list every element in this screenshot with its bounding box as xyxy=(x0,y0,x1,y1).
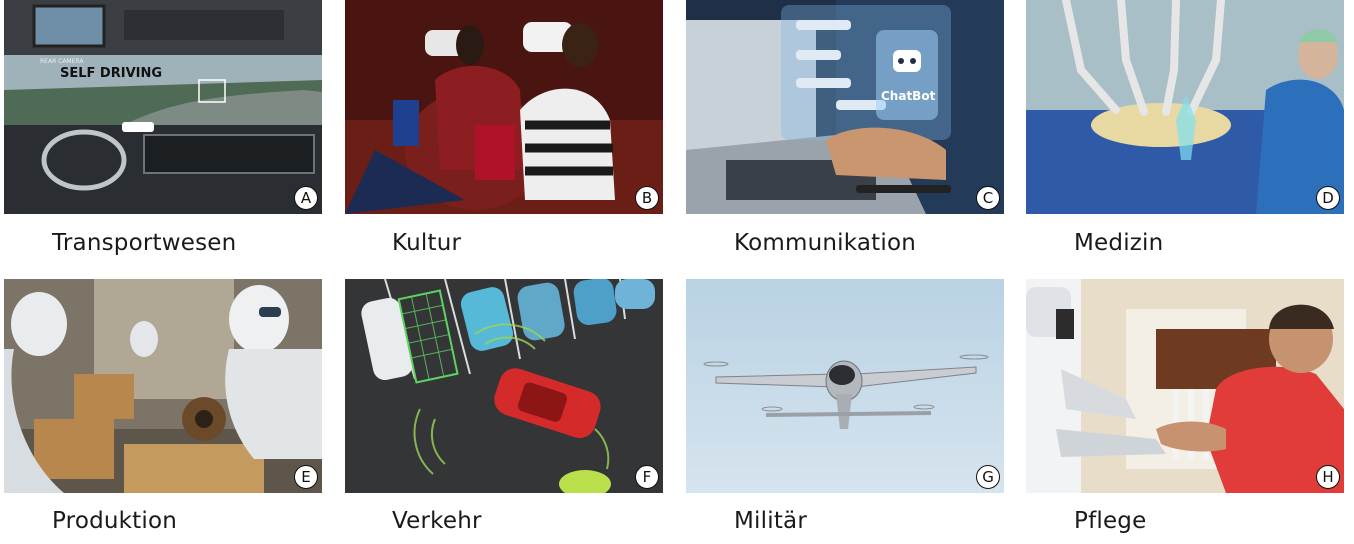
image-kultur: B xyxy=(345,0,663,214)
image-kommunikation: ChatBot C xyxy=(686,0,1004,214)
tile-letter-badge: A xyxy=(294,186,318,210)
drone-illustration xyxy=(686,279,1004,493)
tile-letter-badge: F xyxy=(635,465,659,489)
caption-produktion: Produktion xyxy=(52,508,178,534)
robotic-surgery-illustration xyxy=(1026,0,1344,214)
robot-factory-illustration xyxy=(4,279,322,493)
truck-cab-illustration: SELF DRIVING REAR CAMERA xyxy=(4,0,322,214)
caption-kommunikation: Kommunikation xyxy=(734,230,917,256)
vr-cinema-illustration xyxy=(345,0,663,214)
rear-camera-label: REAR CAMERA xyxy=(40,58,84,65)
smart-parking-illustration xyxy=(345,279,663,493)
tile-letter-badge: C xyxy=(976,186,1000,210)
caption-militaer: Militär xyxy=(734,508,807,534)
image-pflege: H xyxy=(1026,279,1344,493)
image-transportwesen: SELF DRIVING REAR CAMERA A xyxy=(4,0,322,214)
image-produktion: E xyxy=(4,279,322,493)
image-medizin: D xyxy=(1026,0,1344,214)
caption-verkehr: Verkehr xyxy=(392,508,482,534)
image-verkehr: F xyxy=(345,279,663,493)
caption-medizin: Medizin xyxy=(1074,230,1164,256)
caption-pflege: Pflege xyxy=(1074,508,1147,534)
chatbot-illustration: ChatBot xyxy=(686,0,1004,214)
tile-letter-badge: G xyxy=(976,465,1000,489)
tile-letter-badge: D xyxy=(1316,186,1340,210)
tile-letter-badge: E xyxy=(294,465,318,489)
self-driving-label: SELF DRIVING xyxy=(60,66,162,81)
care-robot-illustration xyxy=(1026,279,1344,493)
caption-kultur: Kultur xyxy=(392,230,462,256)
chatbot-label: ChatBot xyxy=(881,89,936,103)
tile-letter-badge: H xyxy=(1316,465,1340,489)
image-militaer: G xyxy=(686,279,1004,493)
caption-transportwesen: Transportwesen xyxy=(52,230,237,256)
tile-letter-badge: B xyxy=(635,186,659,210)
